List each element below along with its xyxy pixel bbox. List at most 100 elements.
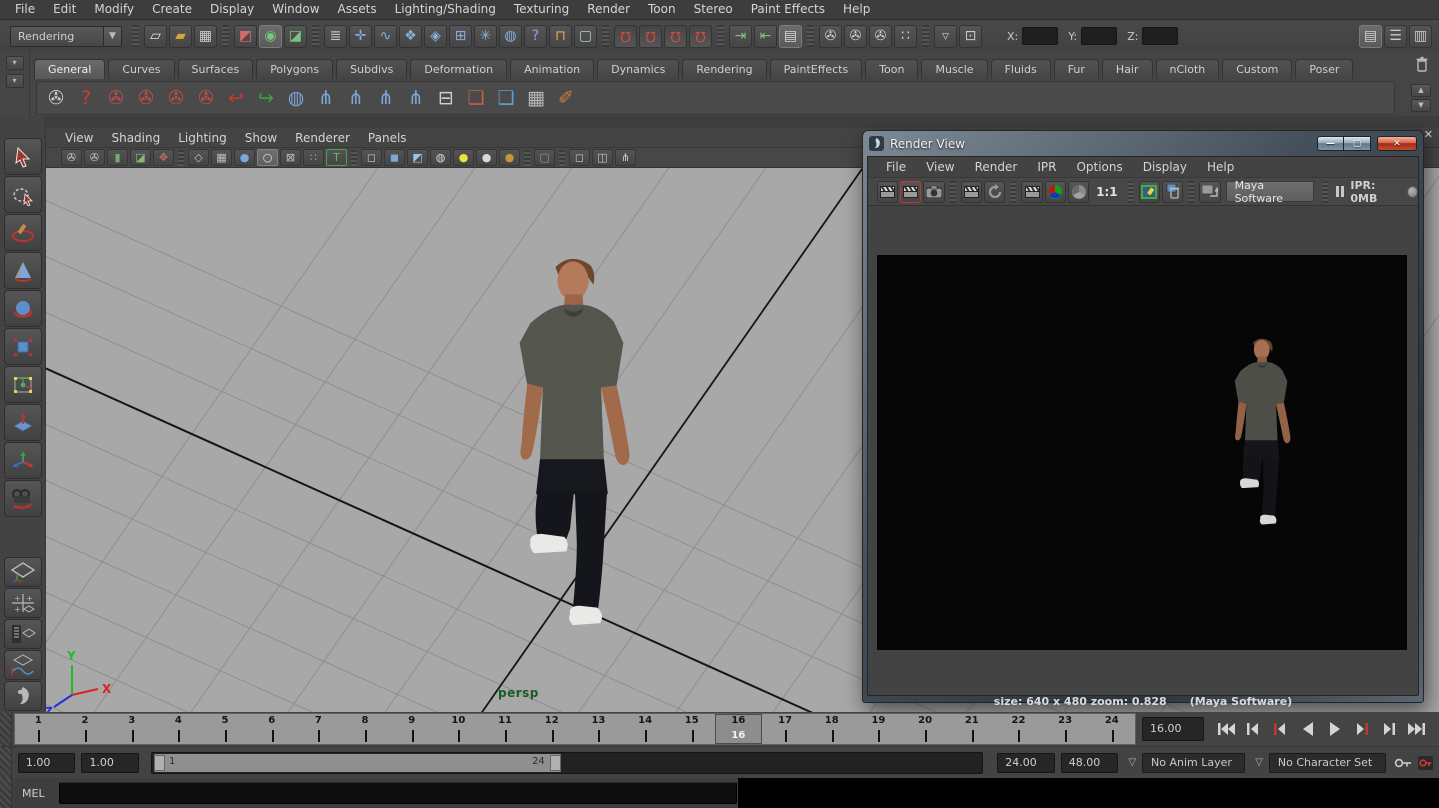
shelf-tab[interactable]: General	[34, 59, 105, 79]
go-to-end-button[interactable]	[1403, 716, 1428, 742]
alpha-channel-icon[interactable]	[1068, 181, 1089, 203]
move-tool[interactable]	[4, 442, 42, 479]
dolly-camera-icon[interactable]: ✇	[161, 83, 191, 113]
animation-end-field[interactable]: 48.00	[1061, 753, 1119, 773]
frame-tick[interactable]: 18	[808, 714, 855, 744]
frame-ruler[interactable]: 123456789101112131415161718192021222324 …	[14, 713, 1136, 745]
save-scene-icon[interactable]: ▦	[194, 25, 217, 48]
last-tool-camera[interactable]	[4, 480, 42, 517]
open-render-view-icon[interactable]: ✇	[819, 25, 842, 48]
shelf-tab[interactable]: Surfaces	[178, 59, 254, 79]
range-track[interactable]: 1 24	[151, 752, 983, 774]
frame-tick[interactable]: 20	[902, 714, 949, 744]
convert-selection-icon[interactable]: ❏	[461, 83, 491, 113]
2d-pan-zoom-icon[interactable]: ✥	[153, 149, 174, 166]
menu-item[interactable]: Create	[143, 0, 201, 19]
frame-tick[interactable]: 19	[855, 714, 902, 744]
single-pane-icon[interactable]: ◻	[569, 149, 590, 166]
smooth-shade-cube-icon[interactable]: ◼	[384, 149, 405, 166]
make-live-icon[interactable]: ⊞	[449, 25, 472, 48]
snap-curve-icon[interactable]: ∿	[374, 25, 397, 48]
hypergraph-window-icon[interactable]: ⊟	[431, 83, 461, 113]
maximize-button[interactable]: ▢	[1344, 136, 1371, 151]
mask-dropdown-arrow-icon[interactable]: ▿	[934, 25, 957, 48]
textured-icon[interactable]: ∷	[303, 149, 324, 166]
remove-image-icon[interactable]	[1162, 181, 1183, 203]
range-slider-grip[interactable]	[0, 747, 12, 778]
frame-tick[interactable]: 7	[295, 714, 342, 744]
playback-range-bar[interactable]: 1 24	[154, 754, 561, 772]
highlight-selection-icon[interactable]: ▢	[574, 25, 597, 48]
panel-menu-item[interactable]: View	[56, 131, 102, 145]
ambient-light-icon[interactable]: ●	[499, 149, 520, 166]
shelf-tab[interactable]: Fluids	[991, 59, 1051, 79]
render-view-titlebar[interactable]: Render View — ▢ ✕	[867, 131, 1419, 156]
wireframe-cube-icon[interactable]: ◻	[361, 149, 382, 166]
render-view-menu-item[interactable]: Help	[1197, 160, 1244, 174]
hypergraph-up-downstream-icon[interactable]: ⋔	[341, 83, 371, 113]
hypergraph-upstream-icon[interactable]: ⋔	[311, 83, 341, 113]
move-normal-tool[interactable]	[4, 404, 42, 441]
command-line-grip[interactable]	[0, 778, 12, 808]
frame-tick[interactable]: 11	[482, 714, 529, 744]
menu-item[interactable]: Paint Effects	[742, 0, 834, 19]
menu-item[interactable]: Edit	[44, 0, 85, 19]
share-view-icon[interactable]: ⋔	[615, 149, 636, 166]
output-connections-icon[interactable]: ⇤	[754, 25, 777, 48]
open-scene-icon[interactable]: ▰	[169, 25, 192, 48]
panel-menu-item[interactable]: Show	[236, 131, 286, 145]
refresh-ipr-icon[interactable]	[984, 181, 1005, 203]
hypergraph-downstream-icon[interactable]: ⋔	[371, 83, 401, 113]
frame-tick[interactable]: 10	[435, 714, 482, 744]
bookmarks-icon[interactable]: ▮	[107, 149, 128, 166]
nurbs-to-poly-icon[interactable]: ❑	[491, 83, 521, 113]
playback-start-field[interactable]: 1.00	[81, 753, 139, 773]
snap-magnet-point-icon[interactable]: Ω	[664, 25, 687, 48]
channel-box-toggle-icon[interactable]: ▥	[1409, 25, 1432, 48]
redo-view-change-icon[interactable]: ↪	[251, 83, 281, 113]
render-settings-icon[interactable]	[1139, 181, 1160, 203]
frame-tick[interactable]: 13	[575, 714, 622, 744]
anim-layer-selector[interactable]: No Anim Layer	[1142, 753, 1245, 773]
go-to-start-button[interactable]	[1214, 716, 1239, 742]
snap-magnet-view-icon[interactable]: Ω	[689, 25, 712, 48]
render-view-window[interactable]: Render View — ▢ ✕ FileViewRenderIPROptio…	[862, 130, 1424, 703]
help-line-icon[interactable]: ?	[71, 83, 101, 113]
roll-camera-icon[interactable]: ✇	[191, 83, 221, 113]
shelf-tab[interactable]: Fur	[1054, 59, 1099, 79]
panel-menu-item[interactable]: Renderer	[286, 131, 359, 145]
render-view-menu-item[interactable]: Display	[1133, 160, 1197, 174]
select-camera-icon[interactable]: ✇	[61, 149, 82, 166]
redo-previous-render-icon[interactable]	[900, 181, 921, 203]
panel-menu-item[interactable]: Panels	[359, 131, 416, 145]
shelf-tab[interactable]: Poser	[1295, 59, 1353, 79]
default-light-icon[interactable]: ●	[453, 149, 474, 166]
shaded-icon[interactable]: ●	[234, 149, 255, 166]
lasso-select-tool[interactable]	[4, 176, 42, 213]
frame-tick[interactable]: 6	[248, 714, 295, 744]
chevron-down-icon[interactable]: ▼	[103, 27, 121, 46]
frame-tick[interactable]: 17	[762, 714, 809, 744]
transparent-cube-icon[interactable]: ◩	[407, 149, 428, 166]
isolate-select-icon[interactable]: ▢	[534, 149, 555, 166]
film-gate-icon[interactable]: ▦	[211, 149, 232, 166]
range-start-handle[interactable]	[154, 755, 165, 771]
character-set-dropdown-icon[interactable]: ▽	[1255, 757, 1263, 768]
track-camera-icon[interactable]: ✇	[131, 83, 161, 113]
shelf-tab[interactable]: Custom	[1222, 59, 1292, 79]
menu-item[interactable]: Display	[201, 0, 263, 19]
frame-tick[interactable]: 2	[62, 714, 109, 744]
y-coordinate-field[interactable]	[1081, 27, 1117, 45]
undo-view-change-icon[interactable]: ↩	[221, 83, 251, 113]
step-back-frame-button[interactable]	[1241, 716, 1266, 742]
command-result-field[interactable]	[738, 778, 1439, 808]
universal-manipulator-tool[interactable]	[4, 366, 42, 403]
persp-graph-layout-button[interactable]	[4, 650, 42, 680]
snap-particle-icon[interactable]: ✳	[474, 25, 497, 48]
multi-pane-icon[interactable]: ◫	[592, 149, 613, 166]
four-pane-layout-button[interactable]: +++	[4, 588, 42, 618]
menu-set-selector[interactable]: Rendering ▼	[10, 26, 122, 47]
close-icon[interactable]: ✕	[1424, 128, 1433, 141]
outliner-persp-layout-button[interactable]	[4, 619, 42, 649]
menu-item[interactable]: Render	[578, 0, 639, 19]
